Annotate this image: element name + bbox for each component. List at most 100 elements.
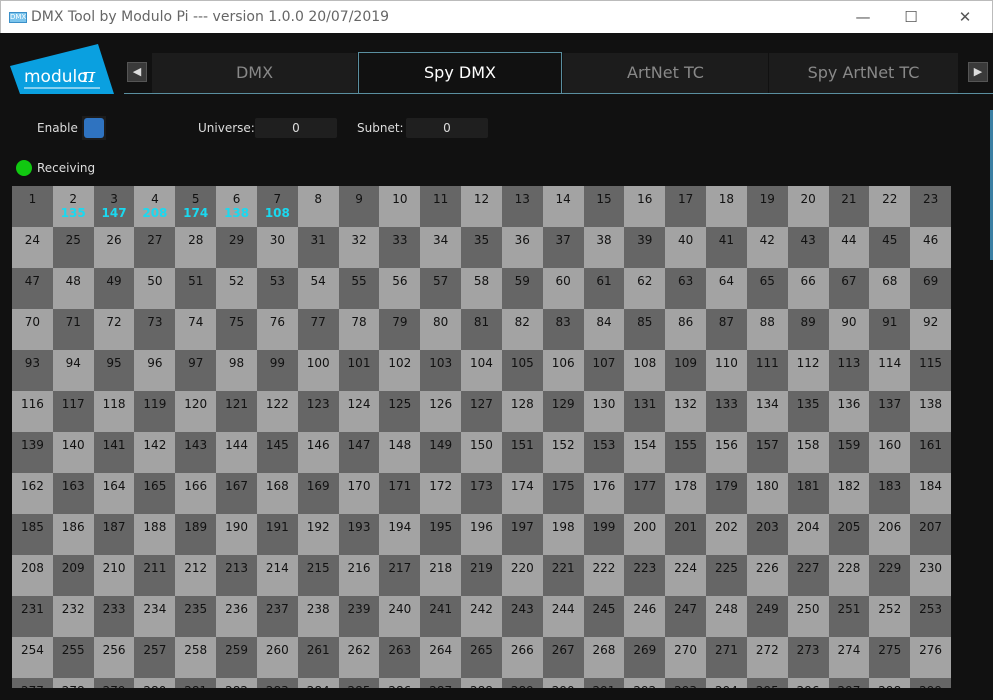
- channel-cell-66: 66: [787, 268, 829, 309]
- channel-cell-31: 31: [297, 227, 339, 268]
- channel-number: 104: [470, 356, 493, 370]
- channel-cell-273: 273: [787, 637, 829, 678]
- channel-cell-294: 294: [706, 678, 747, 688]
- channel-number: 111: [755, 356, 779, 370]
- channel-cell-299: 299: [910, 678, 951, 688]
- channel-number: 163: [61, 479, 85, 493]
- channel-number: 38: [596, 233, 612, 247]
- channel-cell-17: 17: [665, 186, 707, 227]
- channel-number: 19: [759, 192, 775, 206]
- channel-number: 247: [674, 602, 698, 616]
- channel-cell-74: 74: [175, 309, 217, 350]
- tab-artnet-tc[interactable]: ArtNet TC: [563, 53, 768, 93]
- channel-cell-41: 41: [706, 227, 747, 268]
- channel-number: 49: [106, 274, 122, 288]
- channel-cell-210: 210: [93, 555, 135, 596]
- channel-number: 260: [265, 643, 289, 657]
- channel-cell-136: 136: [828, 391, 870, 432]
- channel-cell-123: 123: [297, 391, 339, 432]
- channel-cell-230: 230: [910, 555, 951, 596]
- channel-cell-189: 189: [175, 514, 217, 555]
- channel-cell-129: 129: [542, 391, 584, 432]
- channel-cell-222: 222: [583, 555, 625, 596]
- channel-number: 236: [225, 602, 248, 616]
- channel-cell-285: 285: [338, 678, 380, 688]
- channel-number: 52: [228, 274, 245, 288]
- channel-cell-38: 38: [583, 227, 625, 268]
- minimize-button[interactable]: —: [840, 1, 886, 34]
- channel-number: 71: [65, 315, 81, 329]
- channel-cell-296: 296: [787, 678, 829, 688]
- universe-input[interactable]: 0: [255, 118, 337, 138]
- channel-number: 17: [677, 192, 694, 206]
- channel-cell-293: 293: [665, 678, 707, 688]
- channel-cell-54: 54: [297, 268, 339, 309]
- channel-cell-233: 233: [93, 596, 135, 637]
- channel-cell-242: 242: [461, 596, 502, 637]
- channel-cell-105: 105: [501, 350, 543, 391]
- channel-cell-106: 106: [542, 350, 584, 391]
- channel-number: 176: [592, 479, 616, 493]
- channel-number: 59: [514, 274, 530, 288]
- channel-number: 167: [225, 479, 248, 493]
- tab-spy-artnet-tc[interactable]: Spy ArtNet TC: [769, 53, 958, 93]
- channel-cell-290: 290: [542, 678, 584, 688]
- enable-checkbox[interactable]: [82, 116, 106, 140]
- channel-number: 135: [796, 397, 820, 411]
- tab-scroll-left-button[interactable]: ◀: [127, 62, 147, 82]
- channel-cell-55: 55: [338, 268, 380, 309]
- channel-cell-112: 112: [787, 350, 829, 391]
- channel-number: 13: [514, 192, 530, 206]
- channel-cell-175: 175: [542, 473, 584, 514]
- channel-number: 101: [347, 356, 371, 370]
- channel-number: 61: [596, 274, 612, 288]
- channel-cell-51: 51: [175, 268, 217, 309]
- channel-cell-297: 297: [828, 678, 870, 688]
- channel-number: 24: [24, 233, 41, 247]
- channel-cell-249: 249: [746, 596, 788, 637]
- channel-cell-190: 190: [216, 514, 257, 555]
- channel-cell-149: 149: [420, 432, 462, 473]
- channel-cell-173: 173: [461, 473, 502, 514]
- channel-number: 130: [592, 397, 616, 411]
- channel-cell-155: 155: [665, 432, 707, 473]
- channel-cell-21: 21: [828, 186, 870, 227]
- channel-number: 153: [592, 438, 616, 452]
- channel-number: 133: [714, 397, 738, 411]
- channel-number: 199: [592, 520, 616, 534]
- channel-cell-164: 164: [93, 473, 135, 514]
- channel-cell-96: 96: [134, 350, 176, 391]
- channel-number: 225: [714, 561, 738, 575]
- tab-dmx[interactable]: DMX: [152, 53, 357, 93]
- subnet-input[interactable]: 0: [406, 118, 488, 138]
- channel-cell-176: 176: [583, 473, 625, 514]
- channel-number: 131: [633, 397, 657, 411]
- channel-number: 162: [20, 479, 44, 493]
- channel-cell-11: 11: [420, 186, 462, 227]
- tab-scroll-right-button[interactable]: ▶: [968, 62, 988, 82]
- channel-number: 270: [674, 643, 698, 657]
- channel-number: 244: [551, 602, 575, 616]
- channel-number: 254: [20, 643, 44, 657]
- channel-cell-59: 59: [501, 268, 543, 309]
- channel-number: 156: [714, 438, 738, 452]
- channel-number: 83: [555, 315, 571, 329]
- channel-cell-131: 131: [624, 391, 666, 432]
- tab-spy-dmx[interactable]: Spy DMX: [358, 52, 562, 94]
- channel-number: 286: [379, 684, 420, 688]
- channel-number: 165: [143, 479, 167, 493]
- channel-number: 261: [306, 643, 330, 657]
- close-button[interactable]: ✕: [942, 1, 988, 34]
- channel-number: 119: [143, 397, 167, 411]
- channel-number: 158: [796, 438, 820, 452]
- channel-cell-144: 144: [216, 432, 257, 473]
- channel-number: 297: [829, 684, 870, 688]
- channel-cell-49: 49: [93, 268, 135, 309]
- channel-number: 30: [269, 233, 285, 247]
- channel-number: 154: [633, 438, 657, 452]
- channel-number: 184: [919, 479, 943, 493]
- channel-cell-2: 2 135: [52, 186, 94, 227]
- maximize-button[interactable]: ☐: [888, 1, 934, 34]
- channel-number: 70: [24, 315, 41, 329]
- channel-number: 87: [718, 315, 735, 329]
